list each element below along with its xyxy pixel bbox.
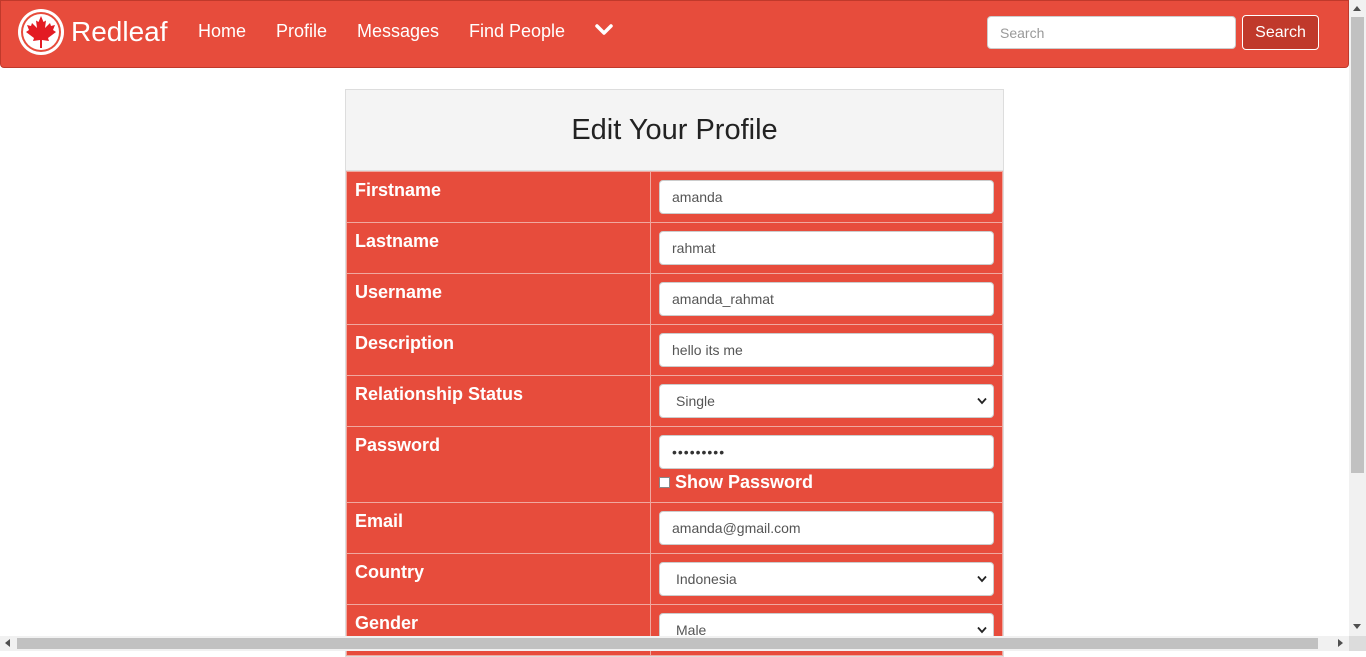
description-field[interactable]: hello its me — [659, 333, 994, 367]
form-row-country: Country Indonesia — [346, 553, 1003, 605]
lastname-label: Lastname — [346, 222, 651, 274]
scrollbar-corner — [1349, 636, 1366, 651]
search-button[interactable]: Search — [1242, 15, 1319, 50]
show-password-toggle[interactable]: Show Password — [659, 472, 994, 493]
search-input[interactable] — [987, 16, 1236, 49]
chevron-down-icon — [977, 626, 987, 634]
horizontal-scrollbar[interactable] — [0, 636, 1349, 651]
form-row-relationship-status: Relationship Status Single — [346, 375, 1003, 427]
page-title: Edit Your Profile — [346, 90, 1003, 171]
description-label: Description — [346, 324, 651, 376]
username-label: Username — [346, 273, 651, 325]
top-navbar: Redleaf Home Profile Messages Find Peopl… — [0, 0, 1349, 68]
firstname-label: Firstname — [346, 171, 651, 223]
maple-leaf-icon — [18, 9, 64, 55]
nav-profile-link[interactable]: Profile — [276, 21, 327, 42]
relationship-status-select[interactable]: Single — [659, 384, 994, 418]
email-field[interactable]: amanda@gmail.com — [659, 511, 994, 545]
scroll-down-arrow-icon[interactable] — [1353, 624, 1361, 629]
chevron-down-icon — [977, 575, 987, 583]
brand-name: Redleaf — [71, 16, 168, 47]
scroll-right-arrow-icon[interactable] — [1338, 639, 1343, 647]
edit-profile-panel: Edit Your Profile Firstname amanda Lastn… — [345, 89, 1004, 657]
nav-messages-link[interactable]: Messages — [357, 21, 439, 42]
nav-home-link[interactable]: Home — [198, 21, 246, 42]
profile-form-table: Firstname amanda Lastname rahmat Usernam… — [346, 171, 1003, 656]
email-label: Email — [346, 502, 651, 554]
lastname-field[interactable]: rahmat — [659, 231, 994, 265]
form-row-email: Email amanda@gmail.com — [346, 502, 1003, 554]
show-password-label: Show Password — [675, 472, 814, 492]
relationship-status-value: Single — [676, 393, 715, 409]
vertical-scroll-thumb[interactable] — [1351, 17, 1364, 473]
horizontal-scroll-thumb[interactable] — [17, 638, 1318, 649]
show-password-checkbox[interactable] — [659, 477, 670, 488]
form-row-username: Username amanda_rahmat — [346, 273, 1003, 325]
country-select[interactable]: Indonesia — [659, 562, 994, 596]
password-label: Password — [346, 426, 651, 503]
chevron-down-icon — [977, 397, 987, 405]
country-label: Country — [346, 553, 651, 605]
password-field[interactable]: ••••••••• — [659, 435, 994, 469]
nav-find-people-link[interactable]: Find People — [469, 21, 565, 42]
country-value: Indonesia — [676, 571, 737, 587]
scroll-up-arrow-icon[interactable] — [1353, 6, 1361, 11]
form-row-description: Description hello its me — [346, 324, 1003, 376]
username-field[interactable]: amanda_rahmat — [659, 282, 994, 316]
form-row-password: Password ••••••••• Show Password — [346, 426, 1003, 503]
form-row-firstname: Firstname amanda — [346, 171, 1003, 223]
vertical-scrollbar[interactable] — [1349, 0, 1366, 636]
chevron-down-icon[interactable] — [595, 23, 613, 37]
scroll-left-arrow-icon[interactable] — [5, 639, 10, 647]
brand-link[interactable]: Redleaf — [17, 8, 168, 56]
form-row-lastname: Lastname rahmat — [346, 222, 1003, 274]
firstname-field[interactable]: amanda — [659, 180, 994, 214]
relationship-status-label: Relationship Status — [346, 375, 651, 427]
